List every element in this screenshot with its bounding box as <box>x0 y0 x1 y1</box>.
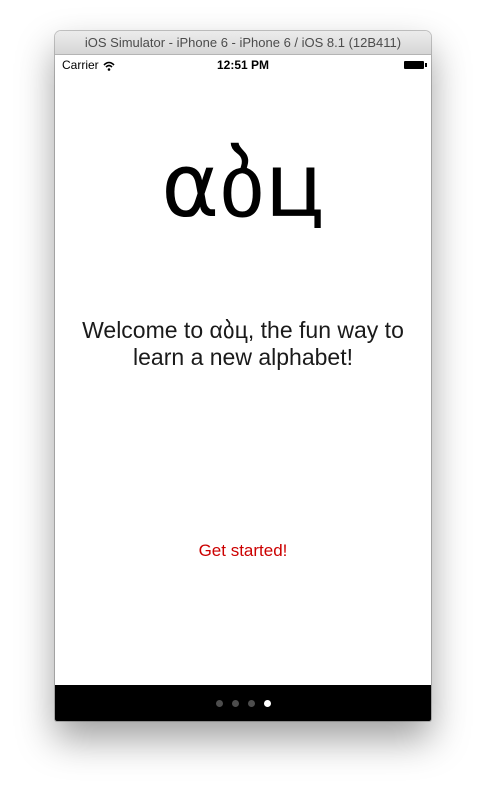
device-screen: Carrier 12:51 PM αბц Welcome to αბц, the… <box>55 55 431 721</box>
page-dot[interactable] <box>247 700 255 707</box>
page-dot[interactable] <box>231 700 239 707</box>
page-control-bar <box>55 685 431 721</box>
status-time: 12:51 PM <box>216 58 270 72</box>
desktop-background: iOS Simulator - iPhone 6 - iPhone 6 / iO… <box>0 0 487 801</box>
page-dot[interactable] <box>215 700 223 707</box>
status-bar: Carrier 12:51 PM <box>55 55 431 75</box>
window-title: iOS Simulator - iPhone 6 - iPhone 6 / iO… <box>55 31 431 55</box>
simulator-window: iOS Simulator - iPhone 6 - iPhone 6 / iO… <box>55 31 431 721</box>
welcome-message: Welcome to αბц, the fun way to learn a n… <box>82 317 404 370</box>
app-logo: αბц <box>161 134 325 237</box>
battery-icon <box>404 61 427 69</box>
get-started-button[interactable]: Get started! <box>195 539 292 563</box>
page-dot[interactable] <box>263 700 271 707</box>
page-control[interactable] <box>55 700 431 707</box>
cta-row: Get started! <box>55 539 431 563</box>
